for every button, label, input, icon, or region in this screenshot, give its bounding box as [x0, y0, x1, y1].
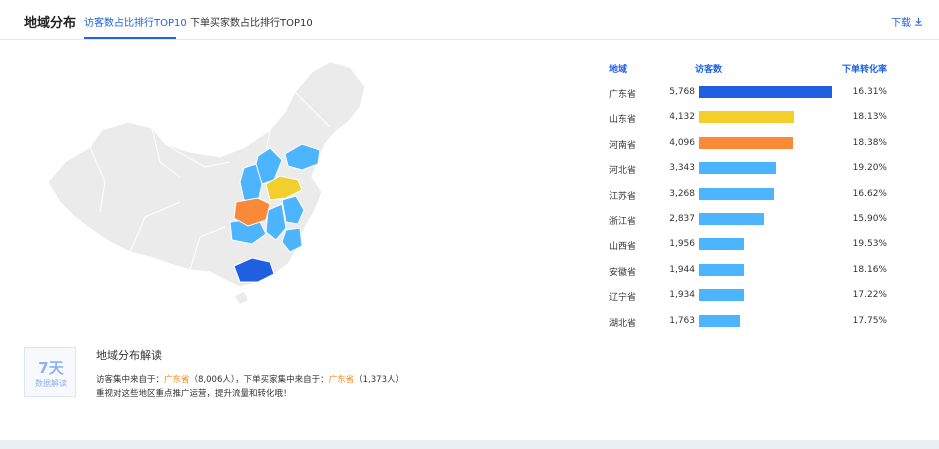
download-icon	[914, 17, 923, 26]
insight-line-2: 重视对这些地区重点推广运营，提升流量和转化哦！	[96, 389, 292, 399]
insight-badge: 7天 数据解读	[24, 347, 76, 397]
row-visitors: 1,763	[669, 315, 695, 326]
row-conversion-rate: 16.62%	[852, 188, 887, 199]
row-province: 浙江省	[609, 217, 637, 227]
row-visitor-bar	[699, 111, 794, 124]
row-conversion-rate: 17.75%	[852, 315, 887, 326]
row-visitor-bar	[699, 238, 744, 251]
tab-visitor-top10[interactable]: 访客数占比排行TOP10	[84, 14, 187, 29]
row-province: 湖北省	[609, 318, 637, 329]
row-conversion-rate: 18.38%	[852, 137, 887, 148]
row-conversion-rate: 15.90%	[852, 214, 887, 224]
page-bottom-strip	[0, 440, 939, 449]
table-row: 辽宁省 1,934 17.22%	[607, 283, 897, 308]
active-tab-indicator	[84, 37, 176, 39]
row-visitor-bar	[699, 162, 776, 175]
row-visitors: 2,837	[669, 214, 695, 224]
header-visitors: 访客数	[695, 65, 723, 75]
row-visitors: 5,768	[669, 87, 695, 97]
row-province: 安徽省	[609, 267, 637, 278]
insight-text: （1,373人）	[354, 375, 404, 385]
table-row: 湖北省 1,763 17.75%	[607, 309, 897, 334]
row-province: 山东省	[609, 115, 637, 126]
insight-text: 访客集中来自于：	[96, 375, 165, 385]
insight-title: 地域分布解读	[96, 349, 162, 362]
insight-badge-days: 7天	[38, 359, 64, 377]
row-province: 山西省	[609, 242, 637, 253]
insight-line-1: 访客集中来自于：广东省（8,006人），下单买家集中来自于：广东省（1,373人…	[96, 373, 404, 385]
row-visitor-bar	[699, 187, 774, 200]
header-region: 地域	[609, 65, 628, 75]
row-province: 河南省	[609, 140, 637, 151]
row-visitor-bar	[699, 314, 740, 327]
row-province: 广东省	[609, 90, 637, 100]
row-visitors: 1,956	[669, 239, 695, 250]
row-visitors: 4,096	[669, 137, 695, 148]
download-label: 下载	[891, 18, 911, 29]
china-map	[30, 52, 410, 312]
table-row: 河南省 4,096 18.38%	[607, 131, 897, 156]
insight-highlight-province: 广东省	[328, 375, 355, 385]
row-province: 河北省	[609, 166, 637, 177]
table-row: 广东省 5,768 16.31%	[607, 80, 897, 105]
row-visitor-bar	[699, 136, 793, 149]
tab-buyer-top10[interactable]: 下单买家数占比排行TOP10	[190, 14, 313, 29]
row-conversion-rate: 17.22%	[852, 290, 887, 301]
map-hainan	[235, 292, 248, 304]
row-conversion-rate: 16.31%	[852, 87, 887, 97]
table-row: 江苏省 3,268 16.62%	[607, 182, 897, 207]
row-conversion-rate: 19.20%	[852, 163, 887, 174]
region-distribution-card: 地域分布 访客数占比排行TOP10 下单买家数占比排行TOP10 下载 地域 访…	[0, 0, 939, 440]
row-province: 江苏省	[609, 191, 637, 202]
insight-badge-caption: 数据解读	[35, 379, 67, 388]
table-row: 河北省 3,343 19.20%	[607, 156, 897, 181]
row-visitors: 1,944	[669, 264, 695, 275]
row-visitors: 1,934	[669, 290, 695, 301]
table-row: 山东省 4,132 18.13%	[607, 105, 897, 130]
row-conversion-rate: 18.16%	[852, 264, 887, 275]
table-row: 山西省 1,956 19.53%	[607, 232, 897, 257]
row-visitors: 3,268	[669, 188, 695, 199]
map-country-base	[47, 61, 366, 288]
row-visitor-bar	[699, 213, 764, 225]
row-conversion-rate: 18.13%	[852, 112, 887, 123]
table-row: 浙江省 2,837 15.90%	[607, 207, 897, 232]
row-visitors: 4,132	[669, 112, 695, 123]
download-button[interactable]: 下载	[891, 14, 923, 29]
row-visitor-bar	[699, 263, 744, 276]
insight-text: （8,006人），下单买家集中来自于：	[189, 375, 329, 385]
row-province: 辽宁省	[609, 293, 637, 304]
header-rate: 下单转化率	[841, 65, 887, 75]
row-conversion-rate: 19.53%	[852, 239, 887, 250]
card-header: 地域分布 访客数占比排行TOP10 下单买家数占比排行TOP10 下载	[0, 0, 939, 40]
row-visitor-bar	[699, 289, 744, 302]
row-visitors: 3,343	[669, 163, 695, 174]
row-visitor-bar	[699, 86, 832, 98]
insight-highlight-province: 广东省	[164, 375, 190, 385]
card-title: 地域分布	[24, 16, 77, 31]
table-row: 安徽省 1,944 18.16%	[607, 258, 897, 283]
